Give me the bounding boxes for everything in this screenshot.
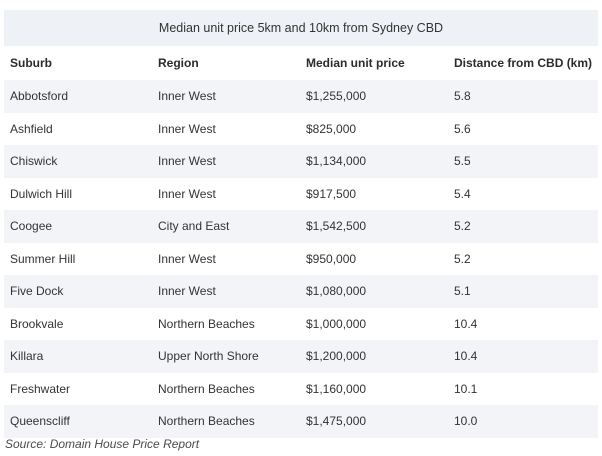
cell-suburb: Killara (10, 349, 44, 364)
table-row: Dulwich Hill Inner West $917,500 5.4 (4, 177, 598, 210)
cell-suburb: Brookvale (10, 316, 64, 331)
table-header-row: Suburb Region Median unit price Distance… (4, 46, 598, 80)
cell-suburb: Coogee (10, 219, 53, 234)
cell-distance: 5.2 (454, 219, 471, 234)
table-row: Five Dock Inner West $1,080,000 5.1 (4, 275, 598, 308)
cell-median-price: $1,080,000 (306, 284, 367, 299)
price-table: Suburb Region Median unit price Distance… (4, 46, 598, 438)
header-region: Region (158, 56, 199, 70)
table-caption: Median unit price 5km and 10km from Sydn… (4, 10, 598, 46)
cell-suburb: Chiswick (10, 154, 58, 169)
cell-region: Inner West (158, 186, 216, 201)
header-distance: Distance from CBD (km) (454, 56, 593, 70)
cell-distance: 10.4 (454, 349, 478, 364)
cell-region: Inner West (158, 121, 216, 136)
cell-region: Northern Beaches (158, 381, 255, 396)
cell-region: Inner West (158, 154, 216, 169)
cell-median-price: $917,500 (306, 186, 357, 201)
cell-median-price: $1,475,000 (306, 414, 367, 429)
cell-distance: 10.4 (454, 316, 478, 331)
cell-distance: 10.1 (454, 381, 478, 396)
cell-region: Northern Beaches (158, 414, 255, 429)
cell-suburb: Abbotsford (10, 89, 69, 104)
header-median-price: Median unit price (306, 56, 405, 70)
cell-suburb: Five Dock (10, 284, 64, 299)
cell-median-price: $950,000 (306, 251, 357, 266)
cell-distance: 5.8 (454, 89, 471, 104)
cell-distance: 10.0 (454, 414, 478, 429)
cell-distance: 5.6 (454, 121, 471, 136)
table-row: Chiswick Inner West $1,134,000 5.5 (4, 145, 598, 178)
cell-region: Inner West (158, 251, 216, 266)
table-row: Summer Hill Inner West $950,000 5.2 (4, 242, 598, 275)
table-row: Killara Upper North Shore $1,200,000 10.4 (4, 340, 598, 373)
cell-median-price: $825,000 (306, 121, 357, 136)
cell-suburb: Summer Hill (10, 251, 76, 266)
cell-suburb: Ashfield (10, 121, 53, 136)
cell-suburb: Dulwich Hill (10, 186, 73, 201)
cell-distance: 5.2 (454, 251, 471, 266)
cell-suburb: Freshwater (10, 381, 71, 396)
source-note: Source: Domain House Price Report (5, 437, 200, 451)
cell-distance: 5.5 (454, 154, 471, 169)
cell-suburb: Queenscliff (10, 414, 70, 429)
cell-median-price: $1,000,000 (306, 316, 367, 331)
table-row: Freshwater Northern Beaches $1,160,000 10.1 (4, 372, 598, 405)
cell-region: Upper North Shore (158, 349, 259, 364)
table-row: Brookvale Northern Beaches $1,000,000 10.4 (4, 307, 598, 340)
cell-region: Inner West (158, 284, 216, 299)
table-row: Coogee City and East $1,542,500 5.2 (4, 210, 598, 243)
cell-median-price: $1,542,500 (306, 219, 367, 234)
table-body: Abbotsford Inner West $1,255,000 5.8 Ashfiel… (4, 80, 598, 438)
price-table-container: Median unit price 5km and 10km from Sydn… (4, 10, 598, 438)
cell-region: Northern Beaches (158, 316, 255, 331)
table-row: Abbotsford Inner West $1,255,000 5.8 (4, 80, 598, 113)
cell-region: City and East (158, 219, 230, 234)
cell-median-price: $1,200,000 (306, 349, 367, 364)
cell-distance: 5.4 (454, 186, 471, 201)
table-row: Ashfield Inner West $825,000 5.6 (4, 112, 598, 145)
cell-median-price: $1,255,000 (306, 89, 367, 104)
table-row: Queenscliff Northern Beaches $1,475,000 10.… (4, 405, 598, 438)
cell-median-price: $1,160,000 (306, 381, 367, 396)
cell-median-price: $1,134,000 (306, 154, 367, 169)
cell-region: Inner West (158, 89, 216, 104)
cell-distance: 5.1 (454, 284, 471, 299)
header-suburb: Suburb (10, 56, 52, 70)
